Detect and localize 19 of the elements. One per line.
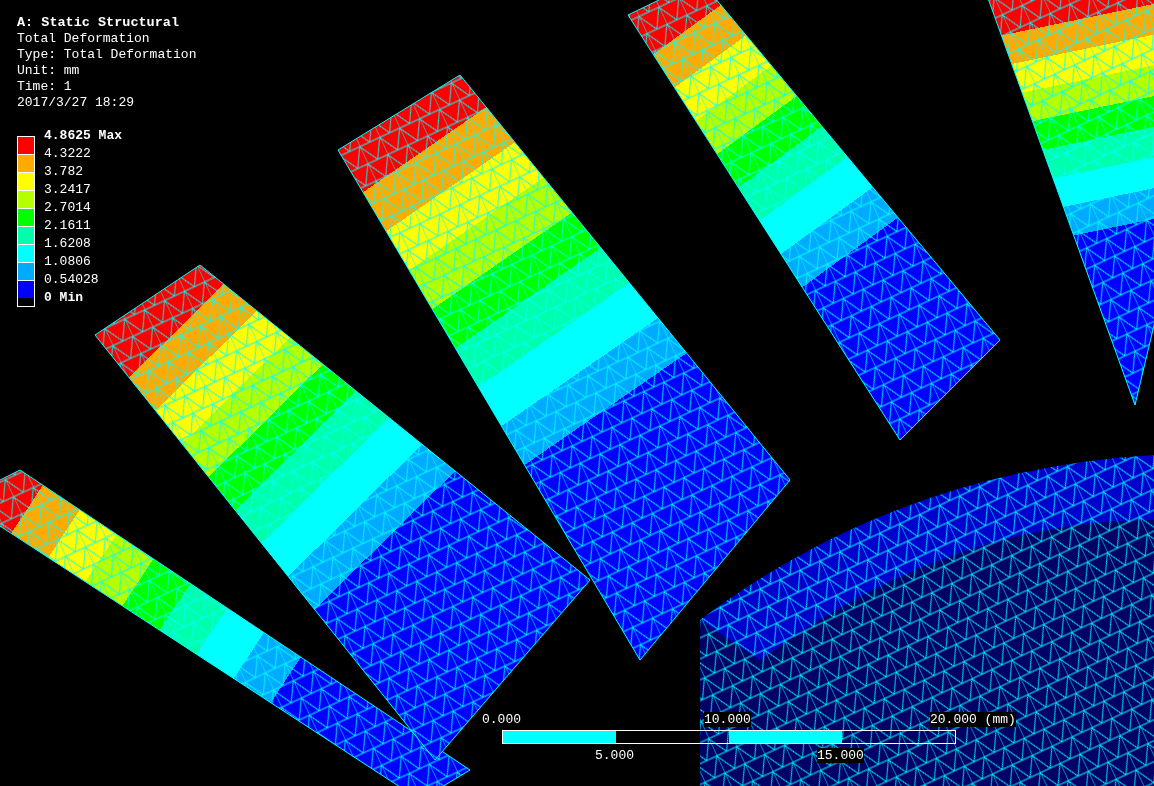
legend-value: 4.3222 — [44, 145, 92, 163]
legend-value: 3.2417 — [44, 181, 92, 199]
legend-value: 0.54028 — [44, 271, 100, 289]
legend-value: 1.0806 — [44, 253, 92, 271]
scale-label: 15.000 — [817, 748, 864, 763]
legend-value: 3.782 — [44, 163, 84, 181]
legend-value: 2.1611 — [44, 217, 92, 235]
legend-value: 4.8625 Max — [44, 127, 122, 145]
scale-label: 10.000 — [704, 712, 751, 727]
result-info-text: Total Deformation — [17, 31, 151, 47]
scale-label: 20.000 (mm) — [930, 712, 1016, 727]
result-info-text: 2017/3/27 18:29 — [17, 95, 136, 111]
legend-value: 2.7014 — [44, 199, 92, 217]
legend-value: 1.6208 — [44, 235, 92, 253]
analysis-title: A: Static Structural — [17, 15, 181, 31]
result-info-text: Unit: mm — [17, 63, 81, 79]
legend-value: 0 Min — [44, 289, 84, 307]
result-info-text: Type: Total Deformation — [17, 47, 197, 63]
result-info-text: Time: 1 — [17, 79, 73, 95]
